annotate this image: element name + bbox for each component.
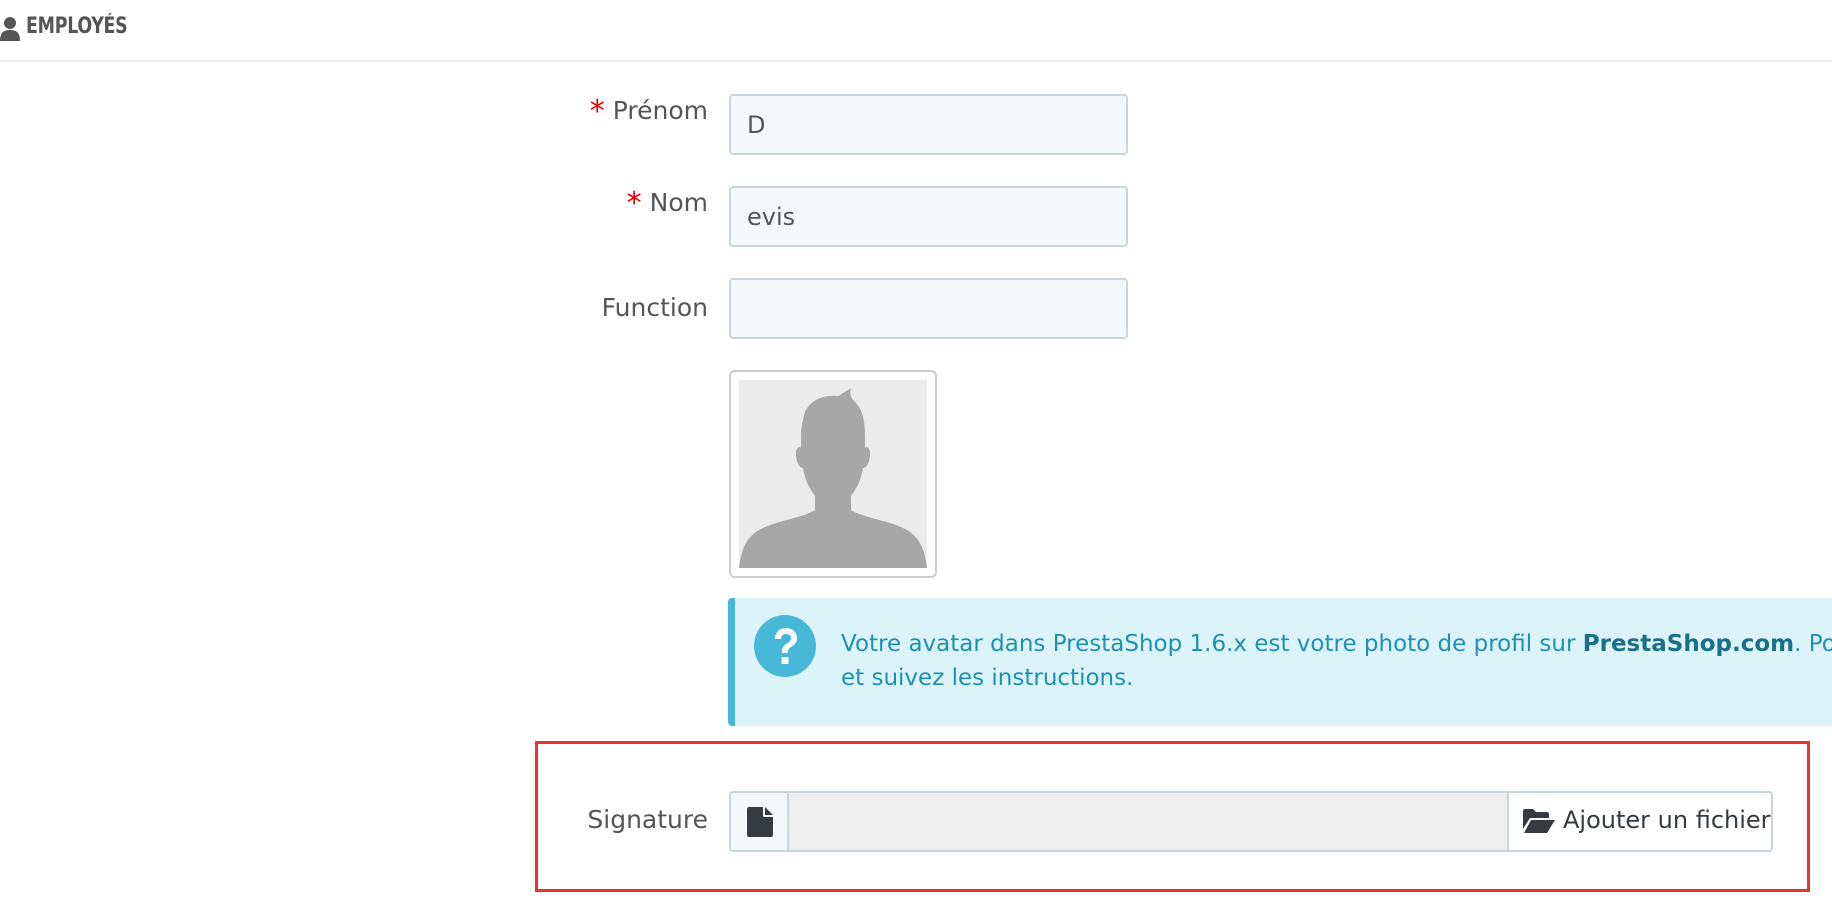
- avatar-info-suffix: . Pour cl: [1794, 631, 1832, 657]
- lastname-input[interactable]: [729, 186, 1128, 247]
- required-marker: *: [589, 94, 605, 129]
- user-icon: [0, 16, 20, 42]
- firstname-input[interactable]: [729, 94, 1128, 155]
- avatar-info-line-2: et suivez les instructions.: [841, 665, 1134, 691]
- avatar-placeholder-icon: [739, 380, 927, 568]
- signature-label-text: Signature: [587, 805, 708, 834]
- function-input[interactable]: [729, 278, 1128, 339]
- file-icon-addon: [731, 793, 789, 850]
- firstname-label: * Prénom: [589, 92, 708, 129]
- employee-form-page: EMPLOYÉS *Prénom *Nom Function: [0, 0, 1832, 902]
- avatar-info-prefix: Votre avatar dans PrestaShop 1.6.x est v…: [841, 631, 1583, 657]
- avatar: [729, 370, 937, 578]
- lastname-label: * Nom: [626, 184, 708, 221]
- avatar-info-line-1: Votre avatar dans PrestaShop 1.6.x est v…: [841, 627, 1832, 661]
- function-label-text: Function: [601, 293, 708, 322]
- add-file-button-label: Ajouter un fichier: [1563, 806, 1771, 834]
- folder-open-icon: [1523, 809, 1555, 833]
- signature-file-input[interactable]: Ajouter un fichier: [729, 791, 1773, 852]
- file-icon: [747, 807, 773, 837]
- signature-filename[interactable]: [789, 793, 1507, 850]
- add-file-button[interactable]: Ajouter un fichier: [1507, 793, 1771, 850]
- firstname-label-text: Prénom: [612, 96, 708, 125]
- panel-heading: EMPLOYÉS: [0, 0, 1832, 62]
- lastname-label-text: Nom: [649, 188, 708, 217]
- prestashop-link[interactable]: PrestaShop.com: [1583, 631, 1794, 657]
- required-marker: *: [626, 186, 642, 221]
- avatar-info-alert: Votre avatar dans PrestaShop 1.6.x est v…: [728, 598, 1832, 726]
- page-title: EMPLOYÉS: [26, 14, 128, 39]
- question-circle-icon: [754, 615, 816, 677]
- function-label: Function: [602, 293, 708, 322]
- avatar-info-text: Votre avatar dans PrestaShop 1.6.x est v…: [841, 627, 1832, 695]
- signature-label: Signature: [587, 805, 708, 834]
